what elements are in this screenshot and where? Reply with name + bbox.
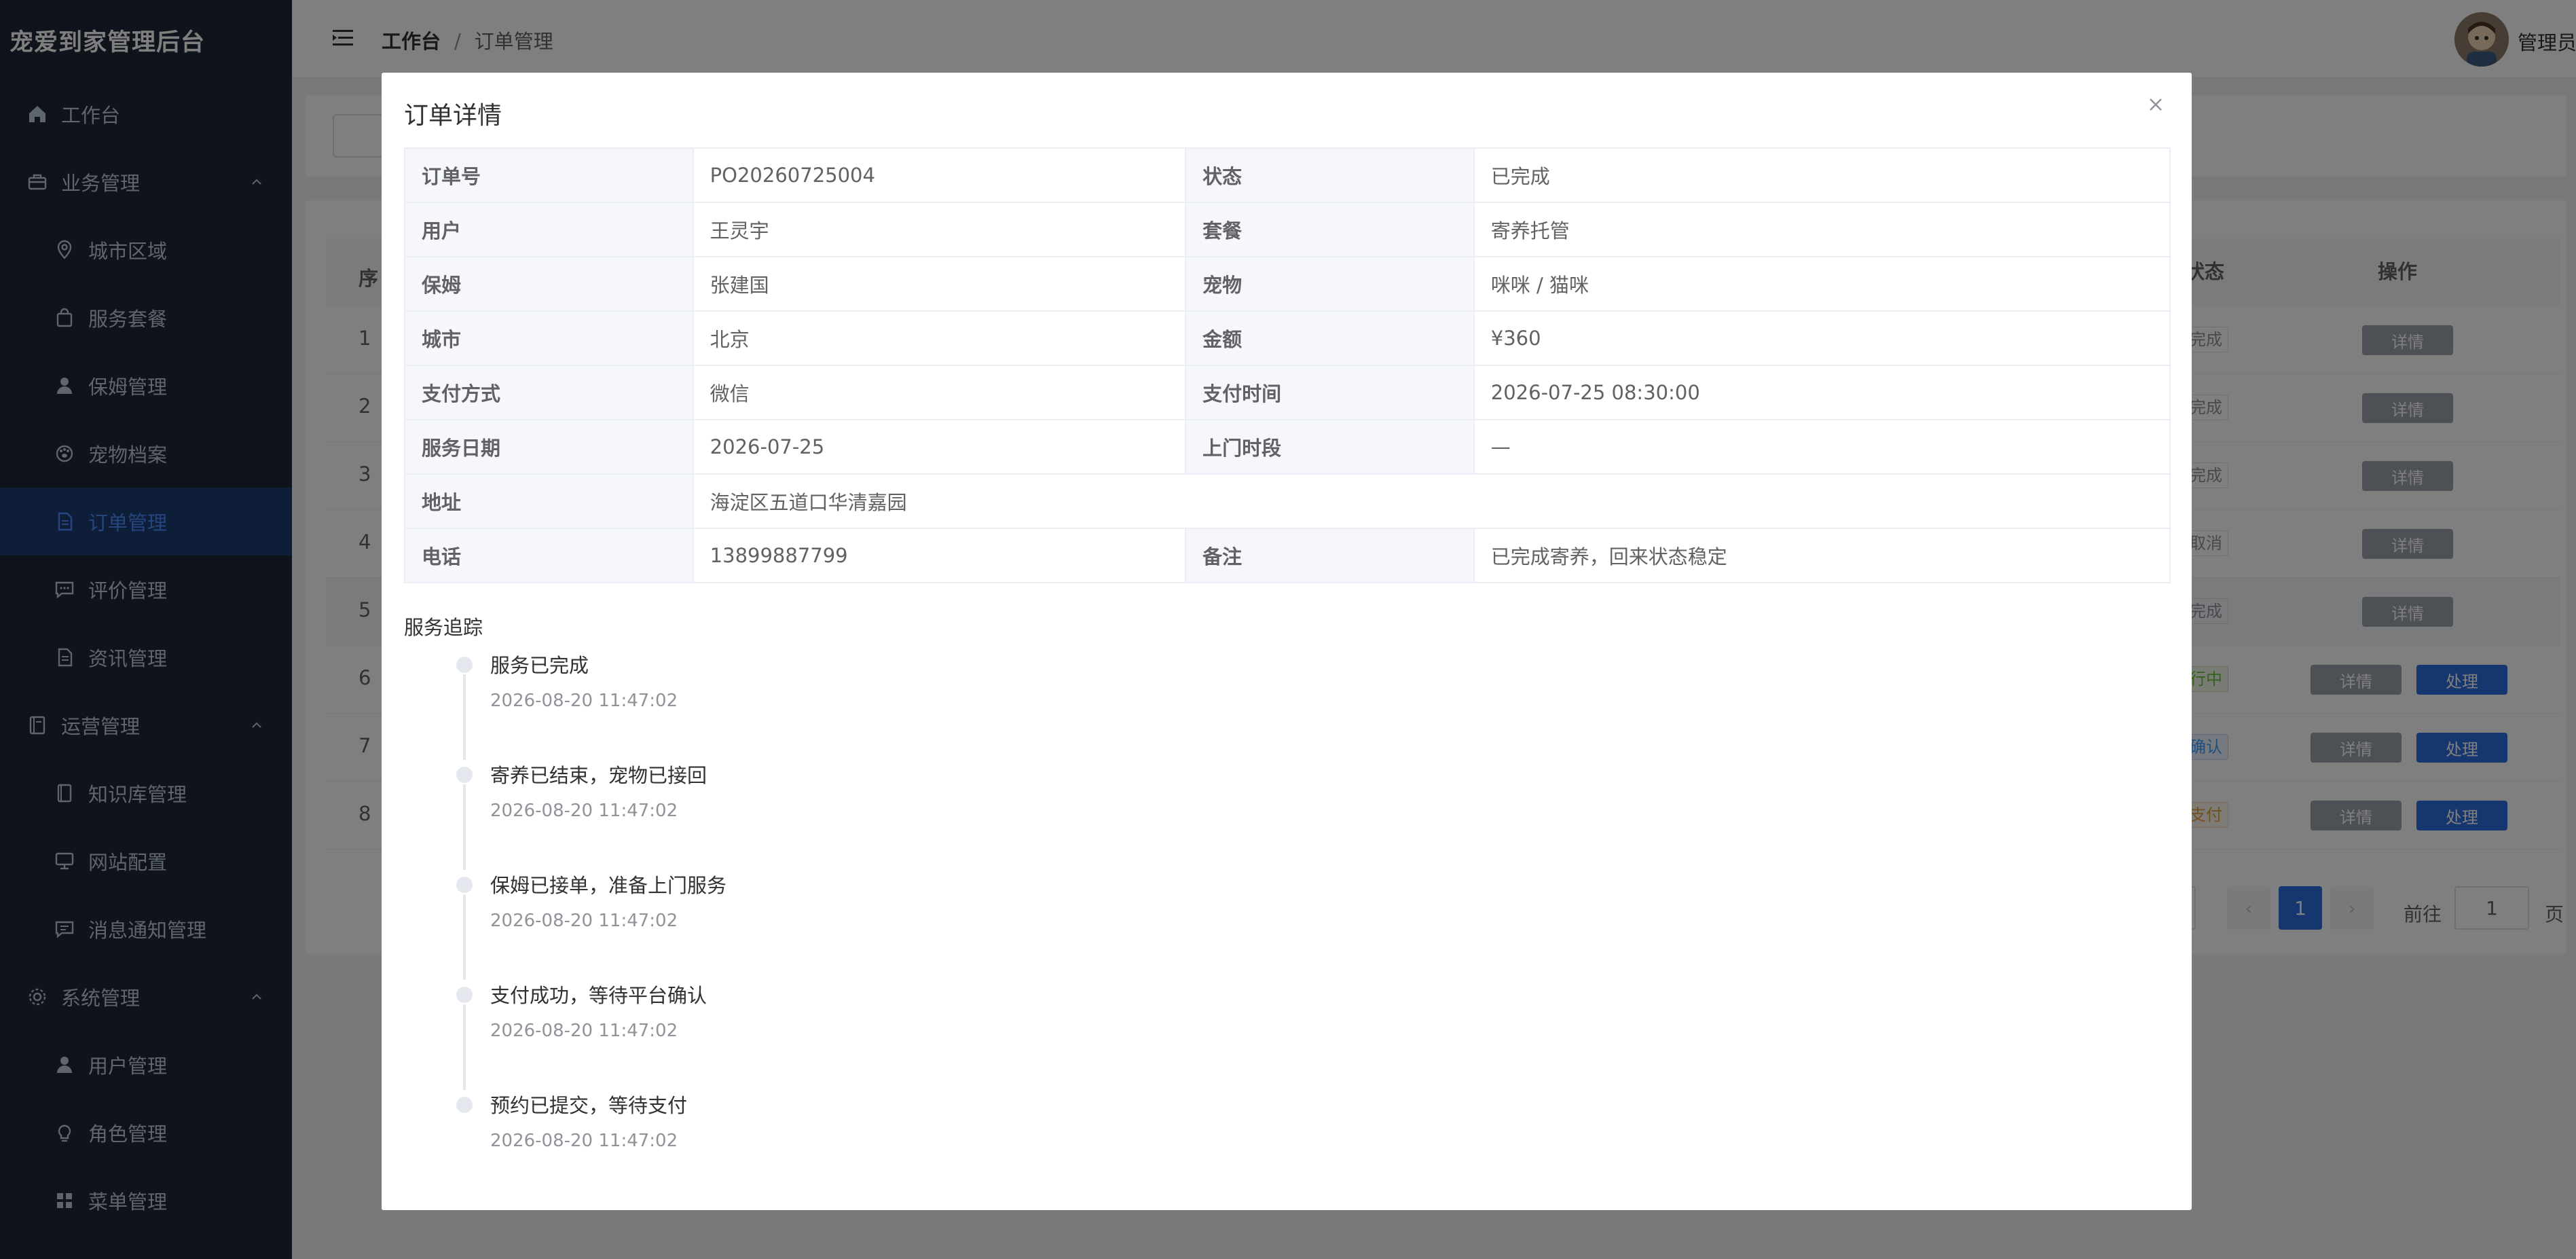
order-no-label: 订单号 <box>404 147 694 203</box>
detail-row: 用户 王灵宇 套餐 寄养托管 <box>404 202 2171 257</box>
timeline-line <box>463 1004 466 1090</box>
detail-row: 保姆 张建国 宠物 咪咪 / 猫咪 <box>404 256 2171 312</box>
timeline-time: 2026-08-20 11:47:02 <box>490 1131 678 1151</box>
service-date-value: 2026-07-25 <box>692 419 1187 475</box>
timeline-text: 预约已提交，等待支付 <box>490 1094 688 1117</box>
status-value: 已完成 <box>1473 147 2171 203</box>
timeline-text: 保姆已接单，准备上门服务 <box>490 874 727 897</box>
order-detail-dialog: 订单详情 订单号 PO20260725004 状态 已完成 用户 王灵宇 套餐 … <box>382 73 2192 1210</box>
detail-row: 地址 海淀区五道口华清嘉园 <box>404 473 2171 529</box>
timeline-time: 2026-08-20 11:47:02 <box>490 691 678 711</box>
nanny-value: 张建国 <box>692 256 1187 312</box>
tracking-title: 服务追踪 <box>404 616 483 639</box>
timeline-item: 保姆已接单，准备上门服务 2026-08-20 11:47:02 <box>456 870 864 980</box>
timeline-item: 寄养已结束，宠物已接回 2026-08-20 11:47:02 <box>456 760 864 870</box>
detail-row: 电话 13899887799 备注 已完成寄养，回来状态稳定 <box>404 528 2171 583</box>
timeline-dot <box>456 877 473 893</box>
timeline-text: 寄养已结束，宠物已接回 <box>490 764 707 787</box>
amount-label: 金额 <box>1185 310 1475 366</box>
pet-label: 宠物 <box>1185 256 1475 312</box>
order-details-table: 订单号 PO20260725004 状态 已完成 用户 王灵宇 套餐 寄养托管 … <box>404 147 2171 583</box>
close-icon[interactable] <box>2146 94 2166 115</box>
timeline-time: 2026-08-20 11:47:02 <box>490 801 678 821</box>
timeline-dot <box>456 657 473 673</box>
user-value: 王灵宇 <box>692 202 1187 257</box>
nanny-label: 保姆 <box>404 256 694 312</box>
pay-method-label: 支付方式 <box>404 365 694 420</box>
package-label: 套餐 <box>1185 202 1475 257</box>
address-value: 海淀区五道口华清嘉园 <box>692 473 2171 529</box>
timeline-time: 2026-08-20 11:47:02 <box>490 911 678 931</box>
pay-method-value: 微信 <box>692 365 1187 420</box>
timeline-time: 2026-08-20 11:47:02 <box>490 1021 678 1041</box>
order-no-value: PO20260725004 <box>692 147 1187 203</box>
pay-time-label: 支付时间 <box>1185 365 1475 420</box>
timeline-dot <box>456 767 473 783</box>
timeline-text: 支付成功，等待平台确认 <box>490 984 707 1007</box>
timeline-dot <box>456 987 473 1003</box>
amount-value: ¥360 <box>1473 310 2171 366</box>
phone-value: 13899887799 <box>692 528 1187 583</box>
visit-slot-value: — <box>1473 419 2171 475</box>
remark-value: 已完成寄养，回来状态稳定 <box>1473 528 2171 583</box>
timeline-item: 支付成功，等待平台确认 2026-08-20 11:47:02 <box>456 980 864 1090</box>
address-label: 地址 <box>404 473 694 529</box>
detail-row: 服务日期 2026-07-25 上门时段 — <box>404 419 2171 475</box>
detail-row: 城市 北京 金额 ¥360 <box>404 310 2171 366</box>
status-label: 状态 <box>1185 147 1475 203</box>
timeline-text: 服务已完成 <box>490 654 589 677</box>
timeline-item: 服务已完成 2026-08-20 11:47:02 <box>456 650 864 760</box>
pay-time-value: 2026-07-25 08:30:00 <box>1473 365 2171 420</box>
detail-row: 支付方式 微信 支付时间 2026-07-25 08:30:00 <box>404 365 2171 420</box>
city-label: 城市 <box>404 310 694 366</box>
phone-label: 电话 <box>404 528 694 583</box>
timeline-item: 预约已提交，等待支付 2026-08-20 11:47:02 <box>456 1090 864 1200</box>
timeline-line <box>463 894 466 980</box>
timeline-line <box>463 674 466 760</box>
timeline-line <box>463 784 466 870</box>
pet-value: 咪咪 / 猫咪 <box>1473 256 2171 312</box>
remark-label: 备注 <box>1185 528 1475 583</box>
dialog-title: 订单详情 <box>404 102 502 130</box>
detail-row: 订单号 PO20260725004 状态 已完成 <box>404 147 2171 203</box>
package-value: 寄养托管 <box>1473 202 2171 257</box>
city-value: 北京 <box>692 310 1187 366</box>
user-label: 用户 <box>404 202 694 257</box>
visit-slot-label: 上门时段 <box>1185 419 1475 475</box>
service-date-label: 服务日期 <box>404 419 694 475</box>
timeline-dot <box>456 1097 473 1113</box>
